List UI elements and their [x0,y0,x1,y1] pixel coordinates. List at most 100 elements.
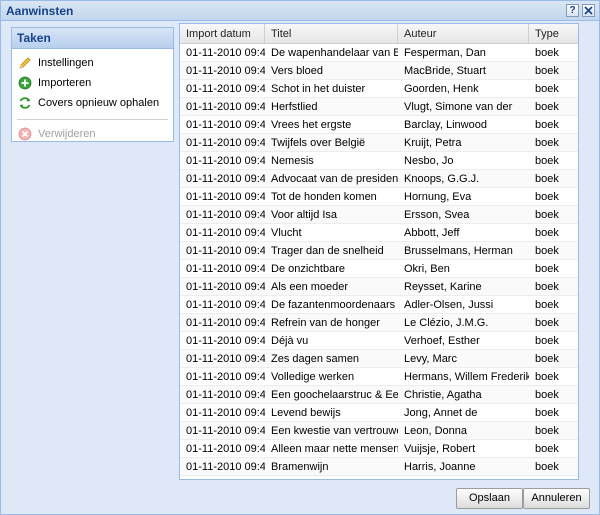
table-row[interactable]: 01-11-2010 09:42 Alleen maar nette mensen… [180,440,578,458]
aanwinsten-window: Aanwinsten ? Taken Instellingen Importer… [0,0,600,515]
task-label: Covers opnieuw ophalen [38,97,160,109]
table-row[interactable]: 01-11-2010 09:42 Twijfels over België Krui… [180,134,578,152]
cell-type: boek [535,65,559,77]
window-titlebar[interactable]: Aanwinsten ? [1,1,599,21]
cell-auteur: Jong, Annet de [404,407,478,419]
table-row[interactable]: 01-11-2010 09:42 Zes dagen samen Levy, Mar… [180,350,578,368]
table-row[interactable]: 01-11-2010 09:42 Voor altijd Isa Ersson, S… [180,206,578,224]
cell-type: boek [535,245,559,257]
cell-auteur: Nesbo, Jo [404,155,454,167]
cell-type: boek [535,389,559,401]
cell-type: boek [535,101,559,113]
cell-titel: Vrees het ergste [271,119,352,131]
cell-auteur: Brusselmans, Herman [404,245,513,257]
cell-titel: Voor altijd Isa [271,209,338,221]
cell-auteur: MacBride, Stuart [404,65,486,77]
table-row[interactable]: 01-11-2010 09:42 Advocaat van de presiden… [180,170,578,188]
cell-type: boek [535,137,559,149]
save-button[interactable]: Opslaan [456,488,523,509]
cell-type: boek [535,371,559,383]
cell-titel: Bramenwijn [271,461,329,473]
cell-auteur: Vuijsje, Robert [404,443,476,455]
cell-import-datum: 01-11-2010 09:42 [186,407,265,419]
column-header-titel[interactable]: Titel [265,24,398,44]
cell-import-datum: 01-11-2010 09:42 [186,461,265,473]
cell-titel: Déjà vu [271,335,309,347]
table-row[interactable]: 01-11-2010 09:42 Schot in het duister Goor… [180,80,578,98]
task-verwijderen[interactable]: Verwijderen [12,124,173,144]
table-row[interactable]: 01-11-2010 09:42 De wapenhandelaar van Be… [180,44,578,62]
table-row[interactable]: 01-11-2010 09:42 Een goochelaarstruc & Ee… [180,386,578,404]
cell-import-datum: 01-11-2010 09:42 [186,173,265,185]
table-row[interactable]: 01-11-2010 09:42 Tot de honden komen Hornu… [180,188,578,206]
cell-titel: Nemesis [271,155,314,167]
cell-titel: De onzichtbare [271,263,345,275]
task-covers-opnieuw-ophalen[interactable]: Covers opnieuw ophalen [12,93,173,113]
cell-import-datum: 01-11-2010 09:42 [186,353,265,365]
cell-titel: Vlucht [271,227,302,239]
table-row[interactable]: 01-11-2010 09:42 Refrein van de honger Le … [180,314,578,332]
cell-titel: Een kwestie van vertrouwen [271,425,398,437]
cell-import-datum: 01-11-2010 09:42 [186,155,265,167]
acquisitions-grid: Import datum Titel Auteur Type 01-11-201… [179,23,579,480]
column-header-auteur[interactable]: Auteur [398,24,529,44]
cell-titel: Zes dagen samen [271,353,360,365]
refresh-icon [19,97,31,109]
cell-type: boek [535,461,559,473]
task-label: Verwijderen [38,128,96,140]
cell-auteur: Barclay, Linwood [404,119,487,131]
cell-auteur: Ersson, Svea [404,209,470,221]
cell-auteur: Fesperman, Dan [404,47,486,59]
cell-type: boek [535,281,559,293]
column-header-type[interactable]: Type [529,24,578,44]
cell-type: boek [535,191,559,203]
cell-import-datum: 01-11-2010 09:42 [186,65,265,77]
cell-type: boek [535,227,559,239]
cell-import-datum: 01-11-2010 09:42 [186,425,265,437]
table-row[interactable]: 01-11-2010 09:42 Als een moeder Reysset, K… [180,278,578,296]
cell-import-datum: 01-11-2010 09:42 [186,191,265,203]
close-icon [584,6,593,15]
delete-icon [18,127,32,141]
cell-auteur: Okri, Ben [404,263,450,275]
cancel-button[interactable]: Annuleren [523,488,590,509]
table-row[interactable]: 01-11-2010 09:42 De fazantenmoordenaars Ad… [180,296,578,314]
table-row[interactable]: 01-11-2010 09:42 Levend bewijs Jong, Annet… [180,404,578,422]
cell-auteur: Reysset, Karine [404,281,482,293]
table-row[interactable]: 01-11-2010 09:42 Een kwestie van vertrouw… [180,422,578,440]
task-label: Importeren [38,77,92,89]
table-row[interactable]: 01-11-2010 09:42 Volledige werken Hermans,… [180,368,578,386]
column-header-import-datum[interactable]: Import datum [180,24,265,44]
table-row[interactable]: 01-11-2010 09:42 Vlucht Abbott, Jeff boek [180,224,578,242]
table-row[interactable]: 01-11-2010 09:42 Vrees het ergste Barclay,… [180,116,578,134]
table-row[interactable]: 01-11-2010 09:42 De onzichtbare Okri, Ben b… [180,260,578,278]
cell-type: boek [535,443,559,455]
table-row[interactable]: 01-11-2010 09:42 Trager dan de snelheid Br… [180,242,578,260]
table-row[interactable]: 01-11-2010 09:42 Herfstlied Vlugt, Simone … [180,98,578,116]
cell-titel: De fazantenmoordenaars [271,299,396,311]
cell-titel: Tot de honden komen [271,191,377,203]
table-row[interactable]: 01-11-2010 09:42 Vers bloed MacBride, Stua… [180,62,578,80]
cell-titel: Levend bewijs [271,407,341,419]
cell-import-datum: 01-11-2010 09:42 [186,299,265,311]
cell-import-datum: 01-11-2010 09:42 [186,371,265,383]
table-row[interactable]: 01-11-2010 09:42 Bramenwijn Harris, Joanne… [180,458,578,476]
cell-auteur: Abbott, Jeff [404,227,460,239]
cell-type: boek [535,317,559,329]
task-label: Instellingen [38,57,94,69]
help-button[interactable]: ? [566,4,579,17]
task-importeren[interactable]: Importeren [12,73,173,93]
close-button[interactable] [582,4,595,17]
cell-auteur: Christie, Agatha [404,389,482,401]
cell-titel: Vers bloed [271,65,323,77]
cell-auteur: Goorden, Henk [404,83,479,95]
task-instellingen[interactable]: Instellingen [12,53,173,73]
cell-import-datum: 01-11-2010 09:42 [186,83,265,95]
cell-titel: Refrein van de honger [271,317,380,329]
cell-titel: Herfstlied [271,101,318,113]
cell-import-datum: 01-11-2010 09:42 [186,209,265,221]
cell-titel: Advocaat van de president [271,173,398,185]
cell-auteur: Knoops, G.G.J. [404,173,480,185]
table-row[interactable]: 01-11-2010 09:42 Déjà vu Verhoef, Esther bo… [180,332,578,350]
table-row[interactable]: 01-11-2010 09:42 Nemesis Nesbo, Jo boek [180,152,578,170]
